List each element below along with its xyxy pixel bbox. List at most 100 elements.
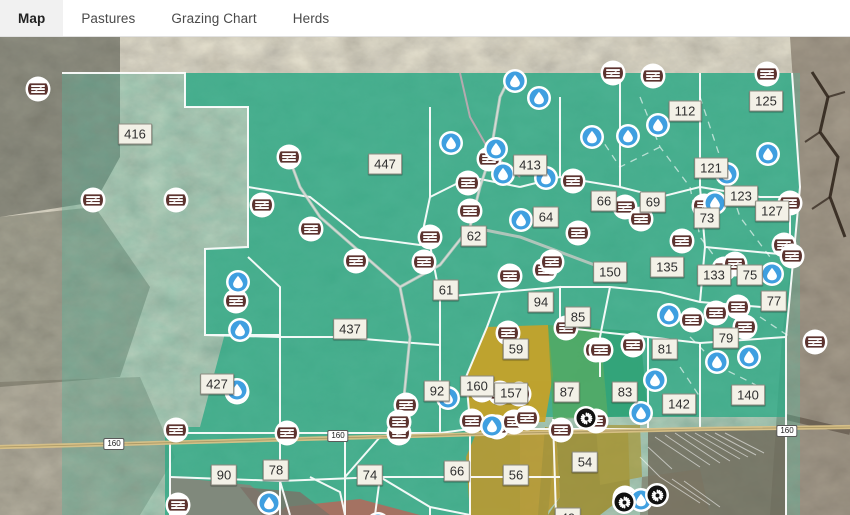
- gate-marker[interactable]: [603, 63, 623, 83]
- gate-marker[interactable]: [517, 408, 537, 428]
- gate-marker[interactable]: [682, 310, 702, 330]
- pasture-label[interactable]: 413: [513, 155, 547, 176]
- windmill-marker[interactable]: [648, 486, 667, 505]
- gate-marker[interactable]: [563, 171, 583, 191]
- gate-marker[interactable]: [226, 291, 246, 311]
- water-marker[interactable]: [660, 306, 679, 325]
- gate-marker[interactable]: [420, 227, 440, 247]
- ranch-map[interactable]: 416 447 413 112 125 121 123127 73 66 69 64 62 61 150 1…: [0, 37, 850, 515]
- pasture-label[interactable]: 92: [424, 381, 450, 402]
- pasture-label[interactable]: 79: [713, 328, 739, 349]
- gate-marker[interactable]: [757, 64, 777, 84]
- water-marker[interactable]: [708, 353, 727, 372]
- pasture-label[interactable]: 64: [533, 207, 559, 228]
- water-marker[interactable]: [483, 417, 502, 436]
- gate-marker[interactable]: [277, 423, 297, 443]
- pasture-label[interactable]: 78: [263, 460, 289, 481]
- gate-marker[interactable]: [805, 332, 825, 352]
- water-marker[interactable]: [231, 321, 250, 340]
- pasture-label[interactable]: 416: [118, 124, 152, 145]
- pasture-label[interactable]: 140: [731, 385, 765, 406]
- pasture-label[interactable]: 135: [650, 257, 684, 278]
- pasture-label[interactable]: 61: [433, 280, 459, 301]
- gate-marker[interactable]: [591, 340, 611, 360]
- pasture-label[interactable]: 142: [662, 394, 696, 415]
- gate-marker[interactable]: [28, 79, 48, 99]
- gate-marker[interactable]: [568, 223, 588, 243]
- gate-marker[interactable]: [672, 231, 692, 251]
- water-marker[interactable]: [494, 165, 513, 184]
- gate-marker[interactable]: [301, 219, 321, 239]
- pasture-label[interactable]: 121: [694, 158, 728, 179]
- water-marker[interactable]: [530, 89, 549, 108]
- pasture-label[interactable]: 94: [528, 292, 554, 313]
- pasture-label[interactable]: 83: [612, 382, 638, 403]
- water-marker[interactable]: [632, 404, 651, 423]
- pasture-label[interactable]: 56: [503, 465, 529, 486]
- windmill-marker[interactable]: [615, 493, 634, 512]
- windmill-marker[interactable]: [577, 409, 596, 428]
- gate-marker[interactable]: [166, 190, 186, 210]
- water-marker[interactable]: [646, 371, 665, 390]
- gate-marker[interactable]: [728, 297, 748, 317]
- gate-marker[interactable]: [83, 190, 103, 210]
- pasture-label[interactable]: 69: [640, 192, 666, 213]
- pasture-label[interactable]: 112: [669, 101, 702, 122]
- gate-marker[interactable]: [460, 201, 480, 221]
- pasture-label[interactable]: 157: [494, 383, 528, 404]
- pasture-label[interactable]: 160: [460, 376, 494, 397]
- gate-marker[interactable]: [279, 147, 299, 167]
- water-marker[interactable]: [740, 348, 759, 367]
- tab-map[interactable]: Map: [0, 0, 63, 36]
- pasture-label[interactable]: 59: [503, 339, 529, 360]
- water-marker[interactable]: [487, 140, 506, 159]
- pasture-label[interactable]: 62: [461, 226, 487, 247]
- pasture-label[interactable]: 75: [737, 265, 763, 286]
- gate-marker[interactable]: [458, 173, 478, 193]
- water-marker[interactable]: [506, 72, 525, 91]
- gate-marker[interactable]: [643, 66, 663, 86]
- pasture-label[interactable]: 81: [652, 339, 678, 360]
- pasture-label[interactable]: 133: [697, 265, 731, 286]
- tab-grazing-chart[interactable]: Grazing Chart: [153, 0, 274, 36]
- pasture-label[interactable]: 437: [333, 319, 367, 340]
- water-marker[interactable]: [512, 211, 531, 230]
- water-marker[interactable]: [649, 116, 668, 135]
- pasture-label[interactable]: 123: [724, 186, 758, 207]
- pasture-label[interactable]: 90: [211, 465, 237, 486]
- gate-marker[interactable]: [542, 252, 562, 272]
- pasture-label[interactable]: 447: [368, 154, 402, 175]
- water-marker[interactable]: [763, 265, 782, 284]
- tab-pastures[interactable]: Pastures: [63, 0, 153, 36]
- tab-herds[interactable]: Herds: [275, 0, 348, 36]
- pasture-label[interactable]: 150: [593, 262, 627, 283]
- gate-marker[interactable]: [252, 195, 272, 215]
- pasture-label[interactable]: 427: [200, 374, 234, 395]
- pasture-label[interactable]: 77: [761, 291, 787, 312]
- gate-marker[interactable]: [551, 420, 571, 440]
- water-marker[interactable]: [260, 494, 279, 513]
- water-marker[interactable]: [759, 145, 778, 164]
- pasture-label[interactable]: 54: [572, 452, 598, 473]
- pasture-label[interactable]: 73: [694, 208, 720, 229]
- pasture-label[interactable]: 66: [444, 461, 470, 482]
- pasture-label[interactable]: 125: [749, 91, 783, 112]
- pasture-label[interactable]: 87: [554, 382, 580, 403]
- gate-marker[interactable]: [462, 411, 482, 431]
- pasture-label[interactable]: 127: [755, 201, 789, 222]
- gate-marker[interactable]: [623, 335, 643, 355]
- pasture-label[interactable]: 74: [357, 465, 383, 486]
- gate-marker[interactable]: [500, 266, 520, 286]
- water-marker[interactable]: [442, 134, 461, 153]
- gate-marker[interactable]: [346, 251, 366, 271]
- pasture-label[interactable]: 66: [591, 191, 617, 212]
- gate-marker[interactable]: [706, 303, 726, 323]
- water-marker[interactable]: [583, 128, 602, 147]
- pasture-label[interactable]: 85: [565, 307, 591, 328]
- gate-marker[interactable]: [166, 420, 186, 440]
- gate-marker[interactable]: [389, 412, 409, 432]
- water-marker[interactable]: [229, 273, 248, 292]
- gate-marker[interactable]: [782, 246, 802, 266]
- gate-marker[interactable]: [168, 495, 188, 515]
- water-marker[interactable]: [619, 127, 638, 146]
